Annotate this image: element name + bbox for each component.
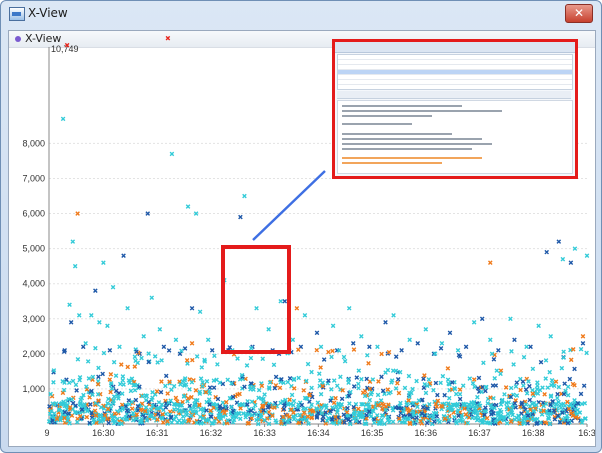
arrow-line bbox=[252, 170, 326, 241]
app-window: X-View ✕ X-View 1,000 2,000 3,000 4,000 5,00… bbox=[0, 0, 602, 453]
annotation-arrow bbox=[252, 170, 326, 241]
